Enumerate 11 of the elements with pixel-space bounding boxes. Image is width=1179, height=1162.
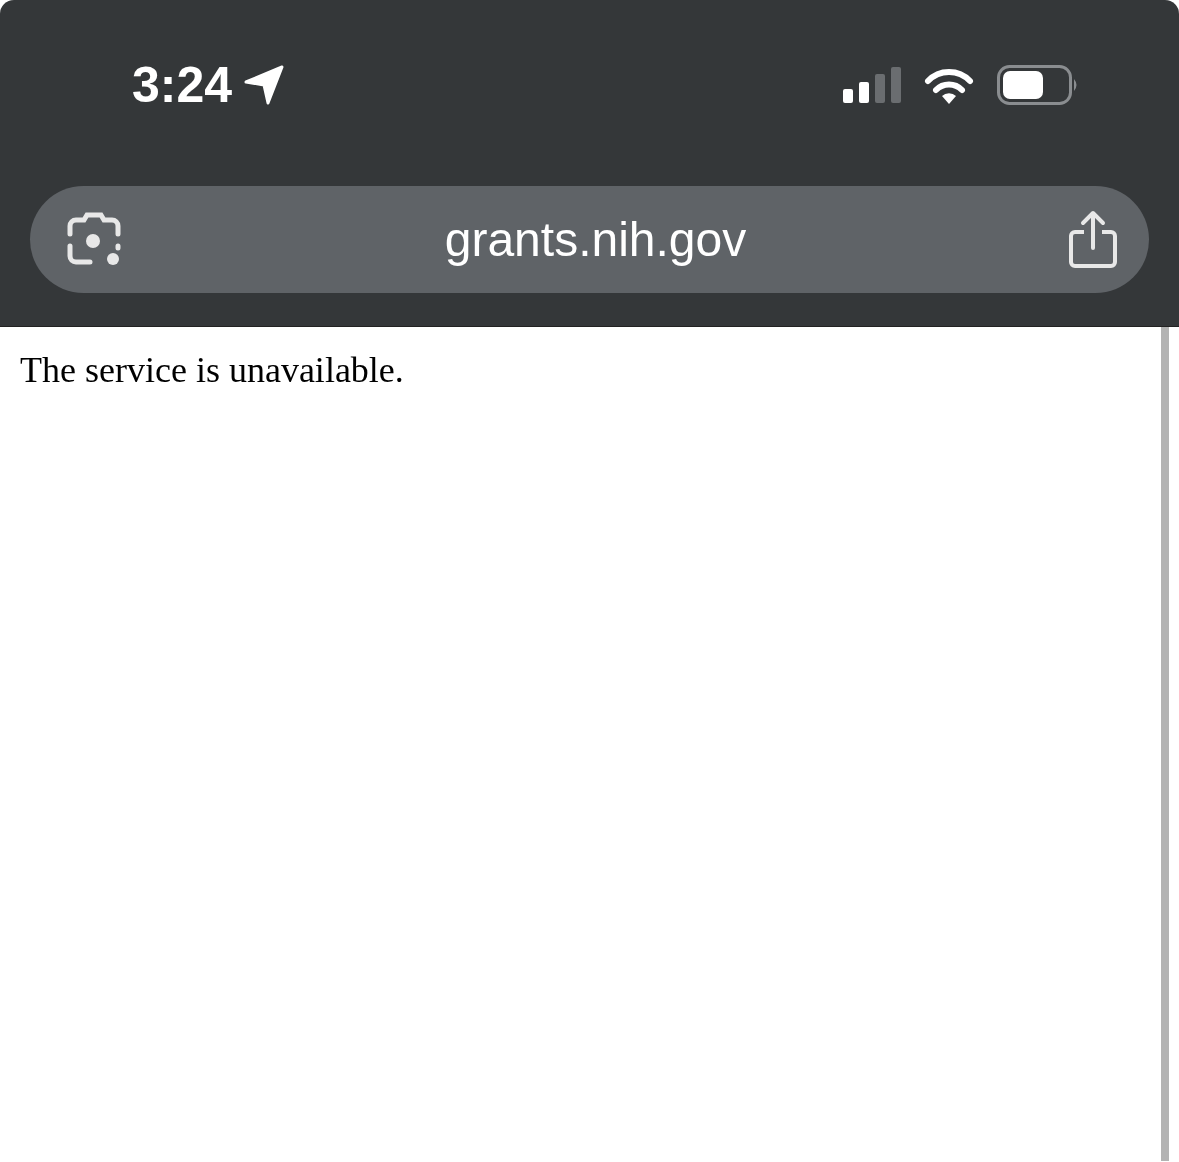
url-text: grants.nih.gov — [443, 212, 748, 267]
wifi-icon — [923, 66, 975, 104]
location-arrow-icon — [244, 65, 285, 105]
error-message: The service is unavailable. — [20, 349, 404, 391]
address-bar[interactable]: grants.nih.gov — [30, 186, 1149, 293]
status-time: 3:24 — [132, 56, 233, 114]
scrollbar[interactable] — [1161, 327, 1169, 1161]
share-icon[interactable] — [1067, 209, 1119, 270]
signal-icon — [843, 67, 901, 103]
camera-lens-icon[interactable] — [66, 211, 124, 268]
battery-icon — [997, 65, 1079, 105]
